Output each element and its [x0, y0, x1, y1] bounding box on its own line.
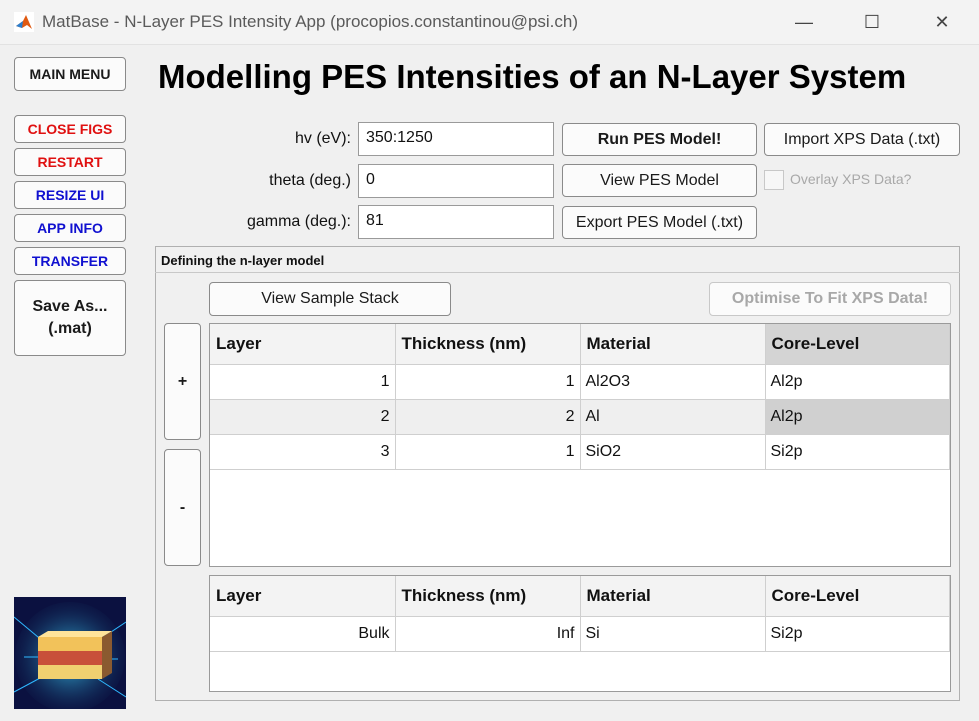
page-title: Modelling PES Intensities of an N-Layer …: [158, 58, 907, 95]
view-sample-stack-button[interactable]: View Sample Stack: [209, 282, 451, 316]
theta-input[interactable]: 0: [358, 164, 554, 198]
overlay-xps-label: Overlay XPS Data?: [790, 171, 912, 187]
add-layer-button[interactable]: +: [164, 323, 201, 440]
table-row[interactable]: 3 1 SiO2 Si2p: [210, 434, 950, 470]
column-header-thickness[interactable]: Thickness (nm): [395, 324, 581, 365]
hv-input[interactable]: 350:1250: [358, 122, 554, 156]
cell-thickness[interactable]: 1: [395, 364, 581, 400]
resize-ui-button[interactable]: RESIZE UI: [14, 181, 126, 209]
column-header-material[interactable]: Material: [580, 324, 766, 365]
cell-material[interactable]: Si: [580, 616, 766, 652]
app-info-button[interactable]: APP INFO: [14, 214, 126, 242]
close-icon[interactable]: ✕: [922, 8, 962, 36]
save-as-button[interactable]: Save As... (.mat): [14, 280, 126, 356]
cell-core-level[interactable]: Al2p: [765, 364, 950, 400]
matlab-app-icon: [14, 12, 34, 32]
table-row[interactable]: Bulk Inf Si Si2p: [210, 616, 950, 652]
layer-stack-icon: [14, 597, 126, 709]
restart-button[interactable]: RESTART: [14, 148, 126, 176]
run-pes-model-button[interactable]: Run PES Model!: [562, 123, 757, 156]
view-pes-model-button[interactable]: View PES Model: [562, 164, 757, 197]
table-header-row: Layer Thickness (nm) Material Core-Level: [210, 324, 950, 365]
cell-core-level[interactable]: Al2p: [765, 399, 950, 435]
transfer-button[interactable]: TRANSFER: [14, 247, 126, 275]
cell-layer[interactable]: 3: [210, 434, 396, 470]
cell-material[interactable]: SiO2: [580, 434, 766, 470]
maximize-icon[interactable]: ☐: [852, 8, 892, 36]
cell-thickness[interactable]: 1: [395, 434, 581, 470]
save-as-ext-label: (.mat): [48, 320, 92, 337]
column-header-core-level[interactable]: Core-Level: [765, 576, 950, 617]
cell-thickness[interactable]: 2: [395, 399, 581, 435]
bulk-table[interactable]: Layer Thickness (nm) Material Core-Level…: [209, 575, 951, 692]
table-row[interactable]: 1 1 Al2O3 Al2p: [210, 364, 950, 400]
panel-title: Defining the n-layer model: [155, 247, 960, 273]
title-bar: MatBase - N-Layer PES Intensity App (pro…: [0, 0, 979, 45]
cell-material[interactable]: Al2O3: [580, 364, 766, 400]
gamma-input[interactable]: 81: [358, 205, 554, 239]
hv-label: hv (eV):: [294, 130, 351, 147]
cell-core-level[interactable]: Si2p: [765, 616, 950, 652]
export-pes-model-button[interactable]: Export PES Model (.txt): [562, 206, 757, 239]
cell-thickness[interactable]: Inf: [395, 616, 581, 652]
main-menu-button[interactable]: MAIN MENU: [14, 57, 126, 91]
cell-material[interactable]: Al: [580, 399, 766, 435]
optimise-fit-button[interactable]: Optimise To Fit XPS Data!: [709, 282, 951, 316]
save-as-label: Save As...: [32, 298, 108, 315]
column-header-material[interactable]: Material: [580, 576, 766, 617]
column-header-layer[interactable]: Layer: [210, 576, 396, 617]
column-header-layer[interactable]: Layer: [210, 324, 396, 365]
theta-label: theta (deg.): [269, 172, 351, 189]
remove-layer-button[interactable]: -: [164, 449, 201, 566]
cell-layer[interactable]: 1: [210, 364, 396, 400]
cell-layer[interactable]: Bulk: [210, 616, 396, 652]
app-logo-image: [14, 597, 126, 709]
close-figs-button[interactable]: CLOSE FIGS: [14, 115, 126, 143]
gamma-label: gamma (deg.):: [246, 213, 351, 230]
overlay-xps-checkbox[interactable]: [764, 170, 784, 190]
cell-layer[interactable]: 2: [210, 399, 396, 435]
window-title: MatBase - N-Layer PES Intensity App (pro…: [42, 12, 579, 31]
table-row[interactable]: 2 2 Al Al2p: [210, 399, 950, 435]
minimize-icon[interactable]: —: [784, 8, 824, 36]
import-xps-data-button[interactable]: Import XPS Data (.txt): [764, 123, 960, 156]
column-header-thickness[interactable]: Thickness (nm): [395, 576, 581, 617]
column-header-core-level[interactable]: Core-Level: [765, 324, 950, 365]
cell-core-level[interactable]: Si2p: [765, 434, 950, 470]
layers-table[interactable]: Layer Thickness (nm) Material Core-Level…: [209, 323, 951, 567]
table-header-row: Layer Thickness (nm) Material Core-Level: [210, 576, 950, 617]
